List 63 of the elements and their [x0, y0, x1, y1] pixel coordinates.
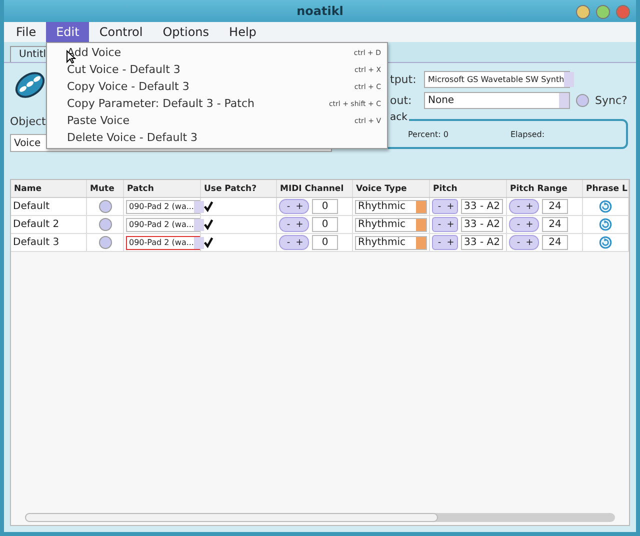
menu-item[interactable]: Help	[219, 22, 266, 42]
voice-type-select[interactable]: Rhythmic	[355, 200, 427, 214]
midi-channel-field[interactable]: 0	[312, 217, 338, 232]
voice-type-select[interactable]: Rhythmic	[355, 218, 427, 232]
pitch-range-field[interactable]: 24	[542, 199, 568, 214]
input-select[interactable]: None	[424, 92, 570, 109]
midi-spin-buttons[interactable]: - +	[279, 217, 309, 232]
menu-item[interactable]: Options	[152, 22, 220, 42]
pitch-range-field[interactable]: 24	[542, 235, 568, 250]
output-label: tput:	[390, 73, 418, 86]
minimize-button[interactable]	[576, 5, 590, 19]
scrollbar-thumb[interactable]	[25, 513, 438, 522]
menu-item[interactable]: Control	[89, 22, 153, 42]
menu-item[interactable]: Delete Voice - Default 3	[47, 129, 387, 146]
range-spin-buttons[interactable]: - +	[509, 217, 539, 232]
column-header[interactable]: Voice Type	[353, 180, 430, 197]
percent-text: Percent: 0	[408, 130, 448, 138]
column-header[interactable]: Pitch Range	[507, 180, 583, 197]
horizontal-scrollbar[interactable]	[25, 513, 615, 522]
sync-label: Sync?	[595, 94, 628, 107]
pitch-spin-buttons[interactable]: - +	[432, 235, 458, 250]
refresh-icon[interactable]	[599, 236, 612, 249]
column-header[interactable]: Name	[11, 180, 87, 197]
midi-channel-field[interactable]: 0	[312, 235, 338, 250]
pitch-spin-buttons[interactable]: - +	[432, 199, 458, 214]
object-label: Object	[10, 115, 46, 128]
range-spin-buttons[interactable]: - +	[509, 199, 539, 214]
mute-radio[interactable]	[98, 218, 112, 231]
sync-radio[interactable]	[576, 94, 589, 107]
voice-name: Default	[13, 201, 50, 212]
pitch-spin-buttons[interactable]: - +	[432, 217, 458, 232]
group-legend: ack	[388, 112, 410, 123]
refresh-icon[interactable]	[599, 200, 612, 213]
column-header[interactable]: Use Patch?	[201, 180, 277, 197]
range-spin-buttons[interactable]: - +	[509, 235, 539, 250]
menu-item[interactable]: File	[6, 22, 46, 42]
voice-name: Default 3	[13, 237, 60, 248]
pitch-field[interactable]: 33 - A2	[461, 217, 503, 232]
checkmark-icon[interactable]	[203, 219, 214, 230]
close-button[interactable]	[616, 5, 630, 19]
voice-name: Default 2	[13, 219, 60, 230]
window-title: noatikl	[296, 4, 344, 18]
maximize-button[interactable]	[596, 5, 610, 19]
midi-channel-field[interactable]: 0	[312, 199, 338, 214]
column-header[interactable]: Phrase L	[583, 180, 629, 197]
mute-radio[interactable]	[98, 200, 112, 213]
column-header[interactable]: MIDI Channel	[277, 180, 353, 197]
midi-spin-buttons[interactable]: - +	[279, 199, 309, 214]
pitch-range-field[interactable]: 24	[542, 217, 568, 232]
elapsed-text: Elapsed:	[510, 130, 545, 138]
checkmark-icon[interactable]	[203, 237, 214, 248]
checkmark-icon[interactable]	[203, 201, 214, 212]
voice-type-select[interactable]: Rhythmic	[355, 236, 427, 250]
refresh-icon[interactable]	[599, 218, 612, 231]
input-label: out:	[390, 94, 413, 107]
column-header[interactable]: Mute	[87, 180, 124, 197]
midi-spin-buttons[interactable]: - +	[279, 235, 309, 250]
pitch-field[interactable]: 33 - A2	[461, 235, 503, 250]
menu-item[interactable]: Edit	[46, 22, 90, 42]
pitch-field[interactable]: 33 - A2	[461, 199, 503, 214]
column-header[interactable]: Pitch	[430, 180, 507, 197]
column-header[interactable]: Patch	[124, 180, 201, 197]
mute-radio[interactable]	[98, 236, 112, 249]
